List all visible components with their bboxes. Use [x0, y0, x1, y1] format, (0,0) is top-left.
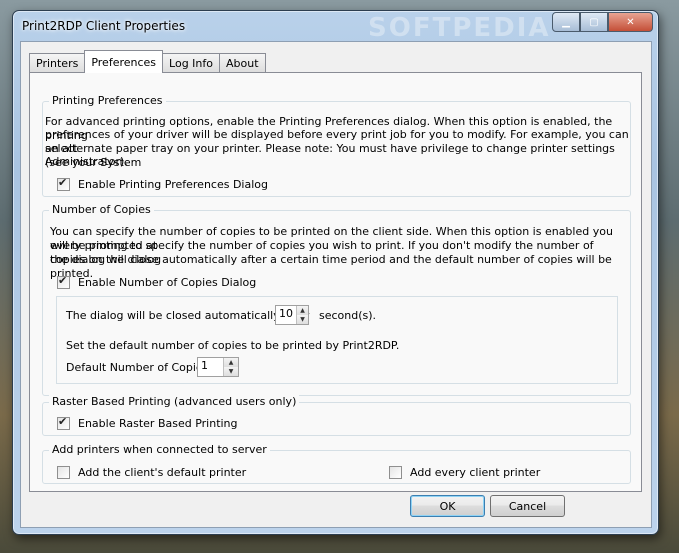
printing-preferences-group: Printing Preferences For advanced printi… [42, 94, 631, 197]
close-after-label: The dialog will be closed automatically … [66, 309, 310, 322]
add-printers-legend: Add printers when connected to server [49, 443, 270, 456]
close-seconds-value: 10 [279, 307, 293, 320]
default-copies-spinner[interactable]: 1 ▲ ▼ [197, 357, 239, 377]
checkbox-unchecked-icon [389, 466, 402, 479]
checkbox-checked-icon [57, 176, 70, 191]
enable-raster-printing-label: Enable Raster Based Printing [78, 417, 238, 430]
properties-window: Print2RDP Client Properties SOFTPEDIA ▁ … [12, 10, 659, 535]
copies-settings-box: The dialog will be closed automatically … [56, 296, 618, 384]
printing-preferences-text-3: an alternate paper tray on your printer.… [45, 142, 615, 169]
maximize-button[interactable]: ▢ [580, 12, 608, 32]
tab-strip: Printers Preferences Log Info About [29, 50, 266, 73]
enable-number-of-copies-label: Enable Number of Copies Dialog [78, 276, 257, 289]
minimize-button[interactable]: ▁ [552, 12, 580, 32]
default-copies-value: 1 [201, 359, 208, 372]
checkbox-unchecked-icon [57, 466, 70, 479]
close-seconds-spinner[interactable]: 10 ▲ ▼ [275, 305, 309, 325]
tab-printers[interactable]: Printers [29, 53, 86, 73]
default-copies-label: Default Number of Copies: [66, 361, 213, 374]
number-of-copies-legend: Number of Copies [49, 203, 154, 216]
seconds-unit-label: second(s). [319, 309, 377, 322]
raster-printing-group: Raster Based Printing (advanced users on… [42, 395, 631, 436]
spin-down-icon[interactable]: ▼ [224, 367, 238, 376]
checkbox-checked-icon [57, 415, 70, 430]
window-title: Print2RDP Client Properties [22, 19, 186, 33]
printing-preferences-text-4: Administrator). [45, 155, 128, 168]
default-copies-description: Set the default number of copies to be p… [66, 339, 400, 352]
close-icon: ✕ [626, 16, 635, 28]
dialog-client-area: Printers Preferences Log Info About Prin… [20, 41, 652, 528]
cancel-button[interactable]: Cancel [490, 495, 565, 517]
spinner-arrows[interactable]: ▲ ▼ [223, 358, 238, 376]
spin-down-icon[interactable]: ▼ [297, 315, 308, 324]
enable-printing-preferences-checkbox[interactable]: Enable Printing Preferences Dialog [57, 176, 269, 191]
close-button[interactable]: ✕ [608, 12, 653, 32]
minimize-icon: ▁ [562, 16, 570, 28]
enable-printing-preferences-label: Enable Printing Preferences Dialog [78, 178, 269, 191]
enable-number-of-copies-checkbox[interactable]: Enable Number of Copies Dialog [57, 274, 257, 289]
raster-printing-legend: Raster Based Printing (advanced users on… [49, 395, 300, 408]
number-of-copies-group: Number of Copies You can specify the num… [42, 203, 631, 396]
printing-preferences-legend: Printing Preferences [49, 94, 166, 107]
preferences-panel: Printing Preferences For advanced printi… [29, 72, 642, 492]
title-bar[interactable]: Print2RDP Client Properties SOFTPEDIA ▁ … [13, 11, 658, 43]
spin-up-icon[interactable]: ▲ [224, 358, 238, 367]
spin-up-icon[interactable]: ▲ [297, 306, 308, 315]
add-default-printer-checkbox[interactable]: Add the client's default printer [57, 466, 246, 479]
checkbox-checked-icon [57, 274, 70, 289]
window-controls: ▁ ▢ ✕ [552, 12, 653, 32]
ok-button[interactable]: OK [410, 495, 485, 517]
add-printers-group: Add printers when connected to server Ad… [42, 443, 631, 484]
softpedia-watermark: SOFTPEDIA [368, 13, 551, 43]
tab-preferences[interactable]: Preferences [84, 50, 164, 73]
add-every-printer-checkbox[interactable]: Add every client printer [389, 466, 540, 479]
tab-log-info[interactable]: Log Info [162, 53, 220, 73]
add-every-printer-label: Add every client printer [410, 466, 541, 479]
tab-about[interactable]: About [219, 53, 266, 73]
maximize-icon: ▢ [589, 16, 599, 28]
spinner-arrows[interactable]: ▲ ▼ [296, 306, 308, 324]
add-default-printer-label: Add the client's default printer [78, 466, 247, 479]
enable-raster-printing-checkbox[interactable]: Enable Raster Based Printing [57, 415, 238, 430]
